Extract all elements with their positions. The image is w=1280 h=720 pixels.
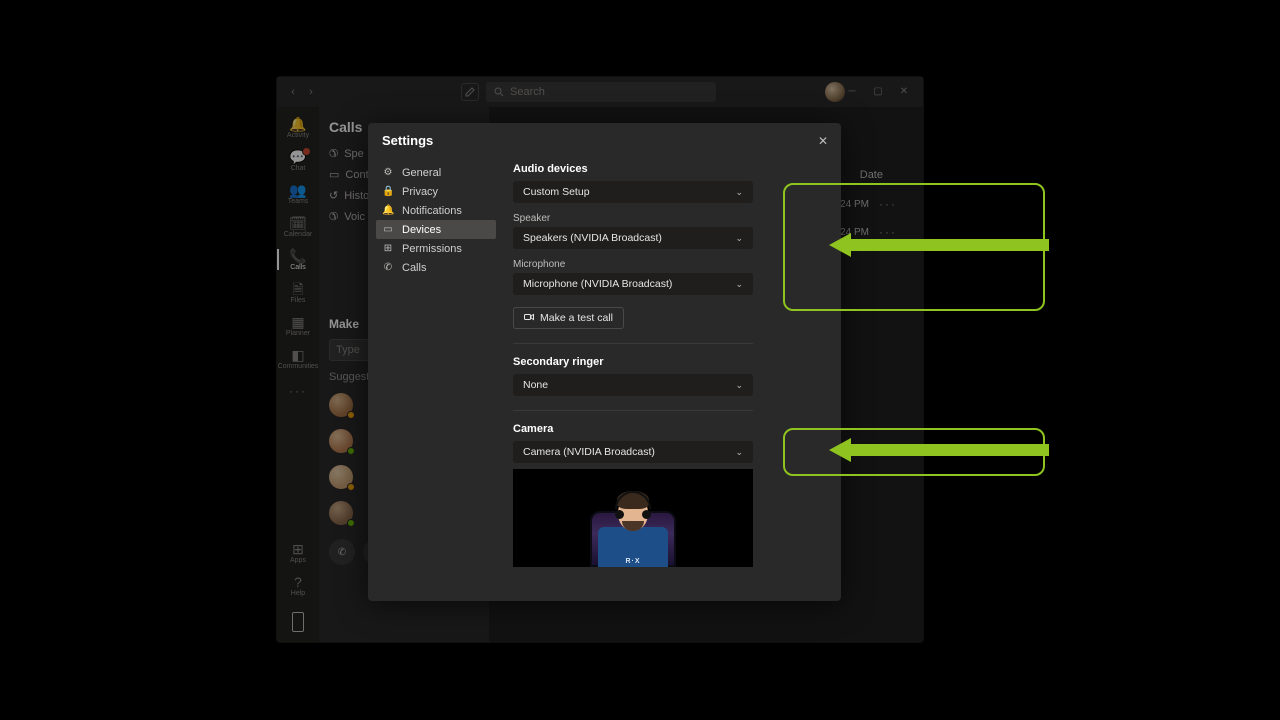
make-test-call-label: Make a test call	[540, 312, 613, 324]
phone-icon: ✆	[382, 262, 394, 273]
gear-icon: ⚙	[382, 167, 394, 178]
settings-nav-permissions[interactable]: ⊞Permissions	[376, 239, 496, 258]
settings-nav-general[interactable]: ⚙General	[376, 163, 496, 182]
microphone-value: Microphone (NVIDIA Broadcast)	[523, 278, 672, 290]
audio-setup-dropdown[interactable]: Custom Setup ⌄	[513, 181, 753, 203]
camera-dropdown[interactable]: Camera (NVIDIA Broadcast) ⌄	[513, 441, 753, 463]
camera-section-title: Camera	[513, 423, 831, 435]
chevron-down-icon: ⌄	[735, 447, 743, 458]
camera-preview-person: R·X	[573, 475, 693, 567]
chevron-down-icon: ⌄	[735, 380, 743, 391]
settings-title: Settings	[382, 133, 433, 148]
audio-devices-section-title: Audio devices	[513, 163, 831, 175]
settings-nav: ⚙General 🔒Privacy 🔔Notifications ▭Device…	[376, 163, 496, 277]
speaker-label: Speaker	[513, 213, 831, 224]
chevron-down-icon: ⌄	[735, 233, 743, 244]
permissions-icon: ⊞	[382, 243, 394, 254]
settings-nav-devices[interactable]: ▭Devices	[376, 220, 496, 239]
settings-modal: Settings ✕ ⚙General 🔒Privacy 🔔Notificati…	[368, 123, 841, 601]
speaker-dropdown[interactable]: Speakers (NVIDIA Broadcast) ⌄	[513, 227, 753, 249]
settings-nav-notifications[interactable]: 🔔Notifications	[376, 201, 496, 220]
settings-nav-calls[interactable]: ✆Calls	[376, 258, 496, 277]
secondary-ringer-value: None	[523, 379, 548, 391]
divider	[513, 410, 753, 411]
camera-preview: R·X	[513, 469, 753, 567]
divider	[513, 343, 753, 344]
chevron-down-icon: ⌄	[735, 279, 743, 290]
chevron-down-icon: ⌄	[735, 187, 743, 198]
microphone-dropdown[interactable]: Microphone (NVIDIA Broadcast) ⌄	[513, 273, 753, 295]
speaker-value: Speakers (NVIDIA Broadcast)	[523, 232, 662, 244]
make-test-call-button[interactable]: Make a test call	[513, 307, 624, 329]
lock-icon: 🔒	[382, 186, 394, 197]
test-call-icon	[524, 313, 534, 323]
secondary-ringer-dropdown[interactable]: None ⌄	[513, 374, 753, 396]
teams-app-window: ‹ › ─ ▢ ✕ 🔔 Activity 💬 Chat	[276, 76, 924, 643]
settings-body: Audio devices Custom Setup ⌄ Speaker Spe…	[513, 163, 831, 593]
audio-setup-value: Custom Setup	[523, 186, 590, 198]
bell-icon: 🔔	[382, 205, 394, 216]
settings-nav-privacy[interactable]: 🔒Privacy	[376, 182, 496, 201]
secondary-ringer-section-title: Secondary ringer	[513, 356, 831, 368]
camera-value: Camera (NVIDIA Broadcast)	[523, 446, 655, 458]
settings-close-button[interactable]: ✕	[813, 131, 833, 151]
devices-icon: ▭	[382, 224, 394, 235]
microphone-label: Microphone	[513, 259, 831, 270]
